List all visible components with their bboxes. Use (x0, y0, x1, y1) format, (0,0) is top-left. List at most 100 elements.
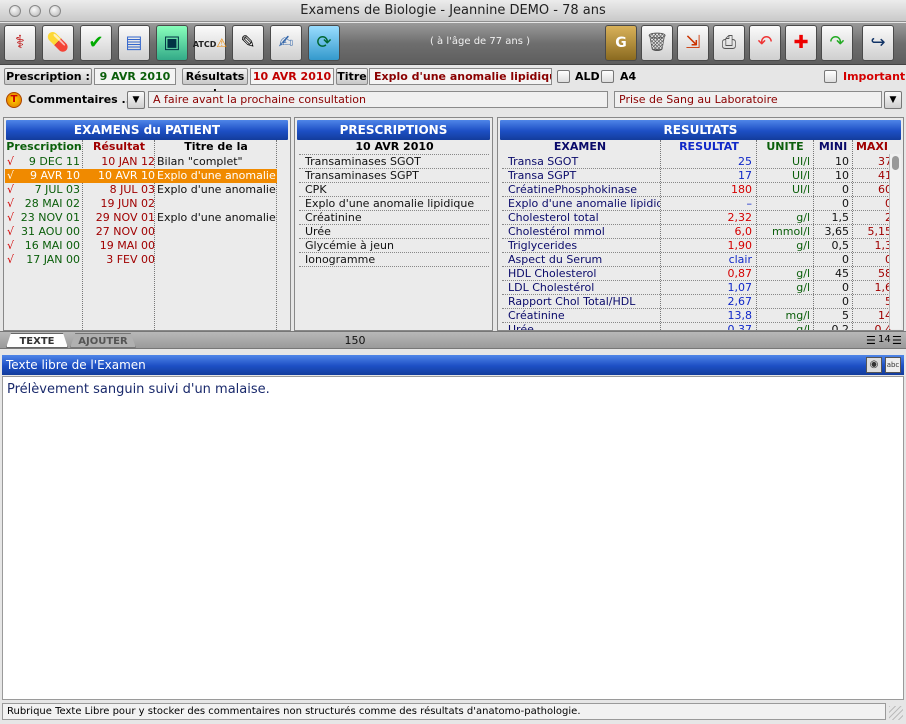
prescriptions-panel: PRESCRIPTIONS 10 AVR 2010 Transaminases … (294, 117, 493, 331)
resultats-date-field[interactable]: 10 AVR 2010 (250, 68, 334, 85)
free-text-title-bar: Texte libre de l'Examen ◉ abc (2, 355, 904, 375)
result-unite: UI/l (791, 155, 810, 168)
document-check-button[interactable]: ✍ (270, 25, 302, 61)
prescription-item[interactable]: Explo d'une anomalie lipidique (305, 197, 487, 211)
close-window-button[interactable] (9, 5, 21, 17)
result-row[interactable]: Transa SGPT 17 UI/l 10 41 (498, 169, 892, 183)
lieu-dropdown-button[interactable]: ▼ (884, 91, 902, 109)
prescription-item[interactable]: Créatinine (305, 211, 487, 225)
trash-button[interactable]: 🗑 (641, 25, 673, 61)
result-unite (756, 295, 812, 309)
results-scroll-thumb[interactable] (892, 156, 899, 170)
exam-row[interactable]: √ 31 AOU 00 27 NOV 00 (5, 225, 277, 239)
list-lines-icon[interactable]: ☰ (866, 334, 876, 347)
pen-button[interactable]: ✎ (232, 25, 264, 61)
result-row[interactable]: HDL Cholesterol 0,87 g/l 45 58 (498, 267, 892, 281)
speaker-icon[interactable]: ◉ (866, 357, 882, 373)
result-row[interactable]: Rapport Chol Total/HDL 2,67 05 (498, 295, 892, 309)
tab-ajouter[interactable]: AJOUTER (70, 333, 136, 348)
pill-button[interactable]: 💊 (42, 25, 74, 61)
refresh-button[interactable]: ⟳ (308, 25, 340, 61)
result-maxi: 0,4 (874, 323, 893, 331)
add-document-button[interactable]: ✚ (785, 25, 817, 61)
result-row[interactable]: Explo d'une anomalie lipidique – 00 (498, 197, 892, 211)
prescription-item[interactable]: Glycémie à jeun (305, 239, 487, 253)
commentaires-dropdown-button[interactable]: ▼ (127, 91, 145, 109)
exam-titre (157, 225, 277, 239)
exam-resultat-date: 10 AVR 10 (98, 169, 155, 182)
result-maxi: 5 (853, 295, 892, 309)
exam-titre (157, 197, 277, 211)
undo-button[interactable]: ↶ (749, 25, 781, 61)
result-value: 0,87 (727, 267, 753, 280)
resize-grip[interactable] (889, 706, 903, 720)
important-checkbox[interactable] (824, 70, 837, 83)
result-row[interactable]: Urée 0,37 g/l 0,2 0,4 (498, 323, 893, 331)
titre-label: Titre (336, 68, 368, 85)
prescription-item[interactable]: Transaminases SGOT (305, 155, 487, 169)
spellcheck-icon[interactable]: abc (885, 357, 901, 373)
list-lines-icon[interactable]: ☰ (892, 334, 902, 347)
result-mini: 0,2 (831, 323, 850, 331)
exam-row[interactable]: √ 16 MAI 00 19 MAI 00 (5, 239, 277, 253)
printer-icon: ⎙ (721, 32, 737, 53)
exam-resultat-date: 8 JUL 03 (109, 183, 155, 196)
result-value: 2,32 (727, 211, 753, 224)
title-bar: Examens de Biologie - Jeannine DEMO - 78… (0, 0, 906, 22)
prescription-item[interactable]: Ionogramme (305, 253, 487, 267)
exam-row[interactable]: √ 28 MAI 02 19 JUN 02 (5, 197, 277, 211)
result-unite: g/l (796, 211, 810, 224)
result-row[interactable]: Cholesterol total 2,32 g/l 1,52 (498, 211, 892, 225)
result-maxi: 0 (853, 253, 892, 267)
minimize-window-button[interactable] (29, 5, 41, 17)
result-row[interactable]: CréatinePhosphokinase 180 UI/l 0 60 (498, 183, 892, 197)
ald-checkbox[interactable] (557, 70, 570, 83)
exam-row[interactable]: √ 17 JAN 00 3 FEV 00 (5, 253, 277, 267)
redo-button[interactable]: ↷ (821, 25, 853, 61)
result-row[interactable]: Créatinine 13,8 mg/l 5 14 (498, 309, 892, 323)
comment-field[interactable]: A faire avant la prochaine consultation (148, 91, 608, 108)
result-mini: 10 (835, 155, 849, 168)
zoom-window-button[interactable] (49, 5, 61, 17)
result-examen: CréatinePhosphokinase (508, 183, 637, 196)
refresh-arrows-icon: ⟳ (316, 32, 332, 53)
print-button[interactable]: ⎙ (713, 25, 745, 61)
book-button[interactable]: G (605, 25, 637, 61)
prescription-item[interactable]: Transaminases SGPT (305, 169, 487, 183)
row-divider (299, 266, 489, 267)
result-row[interactable]: Triglycerides 1,90 g/l 0,5 1,3 (498, 239, 892, 253)
result-maxi: 60 (878, 183, 892, 196)
export-button[interactable]: ⇲ (677, 25, 709, 61)
result-unite: UI/l (791, 169, 810, 182)
lieu-field[interactable]: Prise de Sang au Laboratoire (614, 91, 882, 108)
free-text-area[interactable]: Prélèvement sanguin suivi d'un malaise. (2, 376, 904, 700)
result-row[interactable]: Cholestérol mmol 6,0 mmol/l 3,65 5,15 (498, 225, 892, 239)
check-chart-button[interactable]: ✔ (80, 25, 112, 61)
exam-row[interactable]: √ 9 AVR 10 10 AVR 10 Explo d'une anomalie (5, 169, 277, 183)
xray-button[interactable]: ▣ (156, 25, 188, 61)
commentaires-label: Commentaires ... (28, 93, 135, 106)
result-value: 2,67 (727, 295, 753, 308)
titre-field[interactable]: Explo d'une anomalie lipidique (369, 68, 552, 85)
comment-info-icon[interactable]: T (6, 92, 22, 108)
tab-texte[interactable]: TEXTE (6, 333, 68, 348)
stethoscope-button[interactable]: ⚕ (4, 25, 36, 61)
id-card-icon: ▤ (125, 32, 143, 53)
exam-row[interactable]: √ 7 JUL 03 8 JUL 03 Explo d'une anomalie (5, 183, 277, 197)
prescription-item[interactable]: Urée (305, 225, 487, 239)
id-card-button[interactable]: ▤ (118, 25, 150, 61)
a4-checkbox[interactable] (601, 70, 614, 83)
result-value: 0,37 (727, 323, 753, 331)
result-value: – (746, 197, 753, 210)
exam-row[interactable]: √ 23 NOV 01 29 NOV 01 Explo d'une anomalie (5, 211, 277, 225)
atcd-button[interactable]: ATCD⚠ (193, 25, 227, 61)
share-button[interactable]: ↪ (862, 25, 894, 61)
exam-row[interactable]: √ 9 DEC 11 10 JAN 12 Bilan "complet" (5, 155, 277, 169)
prescription-date-field[interactable]: 9 AVR 2010 (94, 68, 176, 85)
result-row[interactable]: Transa SGOT 25 UI/l 10 37 (498, 155, 892, 169)
exam-prescription-date: 28 MAI 02 (24, 197, 80, 210)
result-row[interactable]: LDL Cholestérol 1,07 g/l 0 1,6 (498, 281, 892, 295)
result-row[interactable]: Aspect du Serum clair 00 (498, 253, 892, 267)
results-scrollbar[interactable] (889, 154, 901, 329)
prescription-item[interactable]: CPK (305, 183, 487, 197)
